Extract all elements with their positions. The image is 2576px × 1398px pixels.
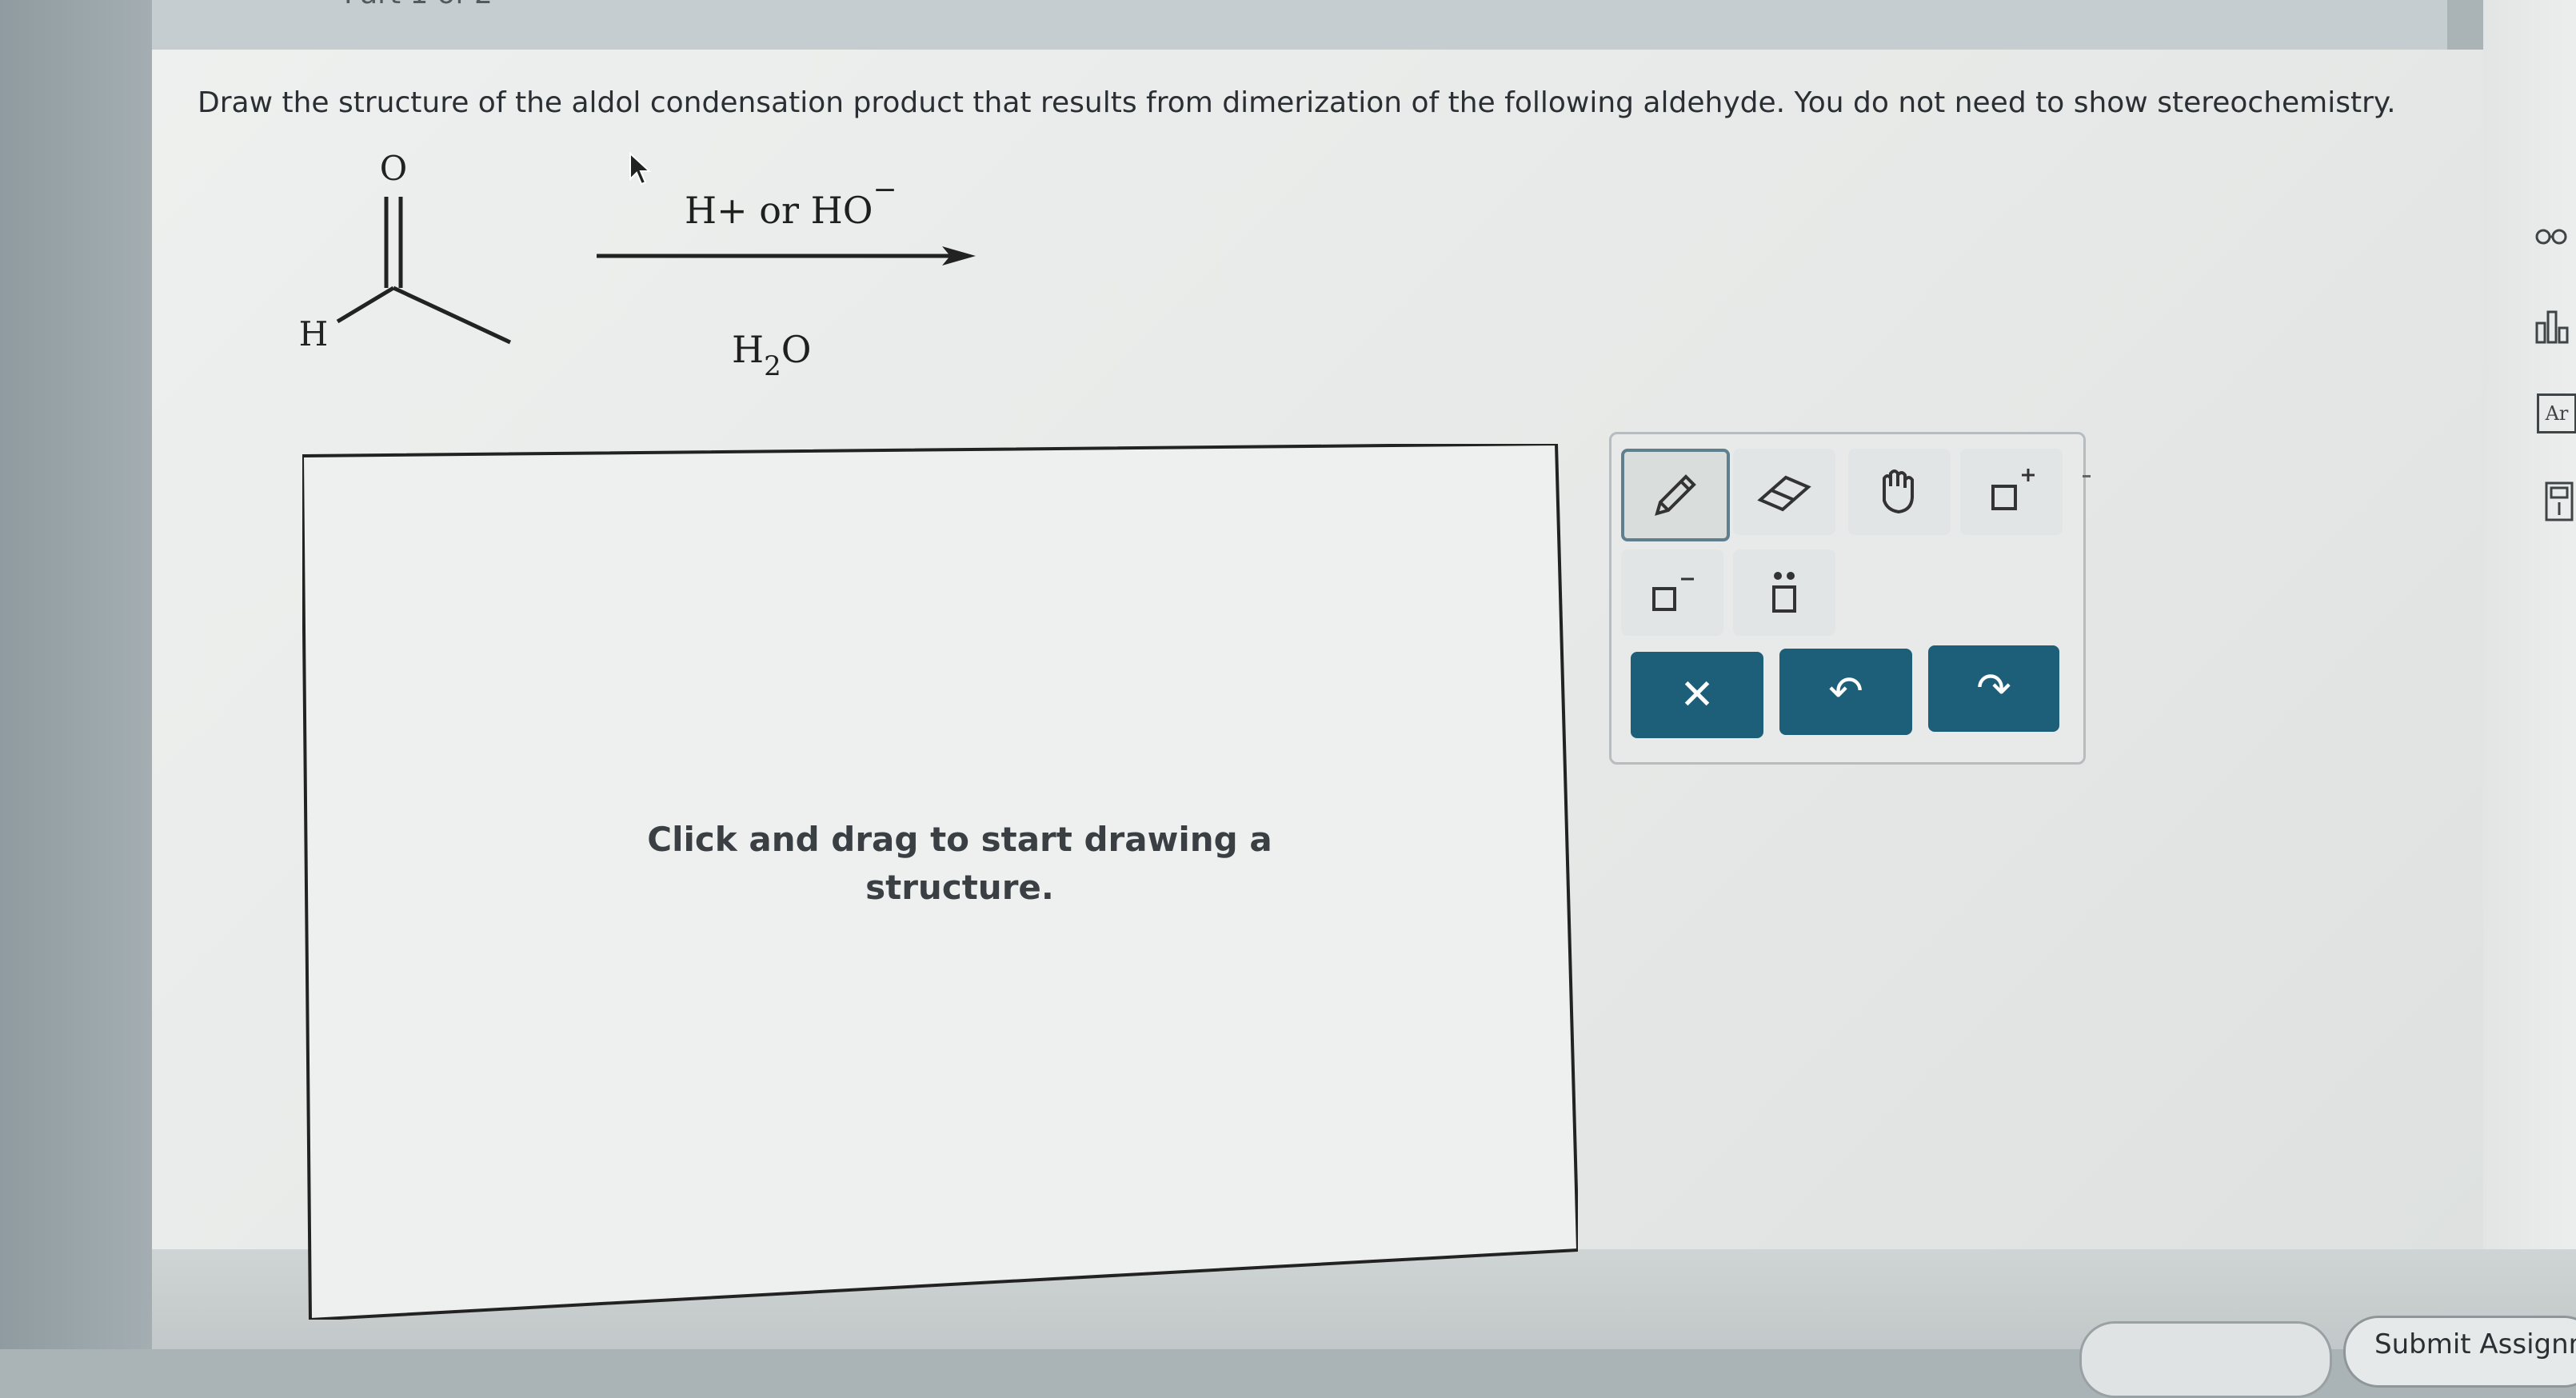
periodic-table-icon[interactable]: Ar <box>2537 393 2576 433</box>
water-subscript: 2 <box>764 350 781 382</box>
reagent-top-text: H+ or HO <box>685 189 873 232</box>
periodic-table-label: Ar <box>2545 402 2569 425</box>
pencil-tool-button[interactable] <box>1621 449 1730 541</box>
undo-icon: ↶ <box>1828 668 1863 716</box>
lone-pair-tool-button[interactable] <box>1733 549 1835 636</box>
c-h-bond <box>336 286 395 324</box>
negative-charge-icon <box>1652 577 1694 611</box>
hand-icon <box>1883 469 1914 514</box>
reagent-water: H2O <box>732 328 812 382</box>
secondary-button[interactable] <box>2079 1321 2332 1398</box>
part-label: Part 1 of 2 <box>344 0 493 10</box>
glasses-icon[interactable] <box>2529 214 2574 259</box>
atom-oxygen: O <box>380 149 407 188</box>
positive-charge-tool-button[interactable] <box>1960 449 2063 535</box>
lone-pair-icon <box>1772 572 1796 613</box>
drawing-toolbar: ✕ ↶ ↷ <box>1609 432 2086 765</box>
undo-button[interactable]: ↶ <box>1779 649 1912 735</box>
water-h: H <box>732 328 765 371</box>
canvas-hint: Click and drag to start drawing a struct… <box>647 820 1272 907</box>
hand-tool-button[interactable] <box>1848 449 1951 535</box>
reactant-molecule: O H <box>299 149 512 353</box>
reagent-charge: − <box>873 174 897 206</box>
clear-button[interactable]: ✕ <box>1631 652 1763 738</box>
positive-charge-icon <box>1991 469 2035 510</box>
close-icon: ✕ <box>1679 671 1715 719</box>
question-text: Draw the structure of the aldol condensa… <box>198 86 2396 119</box>
negative-charge-tool-button[interactable] <box>1621 549 1723 636</box>
reagent-acid-or-base: H+ or HO− <box>685 174 897 232</box>
mouse-cursor-icon <box>629 152 652 186</box>
eraser-icon <box>1757 475 1811 512</box>
divider-mark <box>2083 475 2091 477</box>
submit-assignment-button[interactable]: Submit Assignm <box>2343 1316 2576 1388</box>
reaction-arrow <box>597 246 976 266</box>
right-sidebar <box>2483 0 2576 1349</box>
top-bar: Part 1 of 2 <box>152 0 2447 50</box>
redo-icon: ↷ <box>1976 665 2011 713</box>
left-background <box>0 0 152 1349</box>
c-c-bond <box>392 286 512 345</box>
atom-hydrogen: H <box>299 314 329 353</box>
eraser-tool-button[interactable] <box>1733 449 1835 535</box>
calculator-icon[interactable] <box>2537 480 2576 525</box>
pencil-icon <box>1655 474 1696 516</box>
bar-chart-icon[interactable] <box>2530 304 2575 349</box>
redo-button[interactable]: ↷ <box>1928 645 2059 732</box>
water-o: O <box>781 328 812 371</box>
